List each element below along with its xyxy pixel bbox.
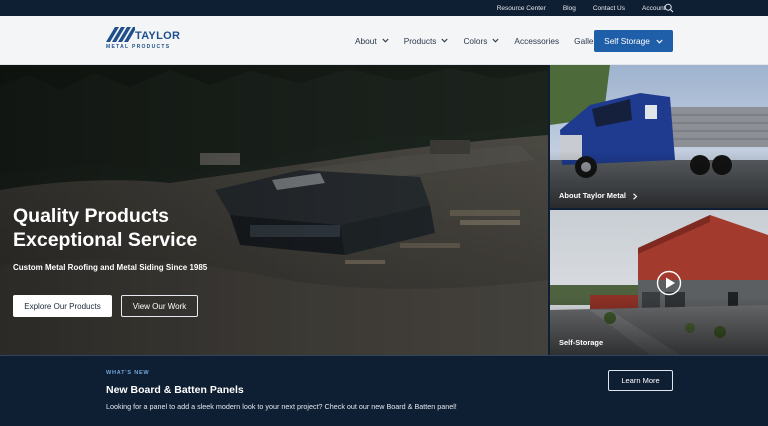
hero-title-line-1: Quality Products xyxy=(13,205,170,227)
chevron-down-icon xyxy=(441,38,449,43)
nav-item-label: About xyxy=(355,35,377,46)
chevron-down-icon xyxy=(382,38,389,43)
hero-section: Quality Products Exceptional Service Cus… xyxy=(0,65,548,355)
nav-item-colors[interactable]: Colors xyxy=(463,35,500,46)
nav-item-label: Products xyxy=(403,35,437,46)
hero-title: Quality Products Exceptional Service xyxy=(13,204,197,252)
about-taylor-metal-card[interactable]: About Taylor Metal xyxy=(550,65,768,208)
logo-name: TAYLOR xyxy=(135,30,181,42)
view-our-work-button[interactable]: View Our Work xyxy=(121,295,198,317)
self-storage-card[interactable]: Self-Storage xyxy=(550,210,768,355)
nav-item-label: Accessories xyxy=(514,35,560,46)
utility-link-blog[interactable]: Blog xyxy=(554,5,584,12)
search-icon[interactable] xyxy=(664,3,674,13)
nav-item-about[interactable]: About xyxy=(355,36,389,46)
utility-links: Resource Center Blog Contact Us Account xyxy=(488,0,674,16)
hero-subtitle: Custom Metal Roofing and Metal Siding Si… xyxy=(13,263,208,272)
logo-tagline: METAL PRODUCTS xyxy=(106,44,171,50)
hero-title-line-2: Exceptional Service xyxy=(13,229,198,251)
nav-item-accessories[interactable]: Accessories xyxy=(514,36,559,46)
news-title: New Board & Batten Panels xyxy=(106,384,244,396)
card-label: About Taylor Metal xyxy=(559,191,638,200)
card-label: Self-Storage xyxy=(559,338,604,347)
whats-new-banner: WHAT'S NEW New Board & Batten Panels Loo… xyxy=(0,355,768,426)
news-text: Looking for a panel to add a sleek moder… xyxy=(106,402,457,411)
news-eyebrow: WHAT'S NEW xyxy=(106,370,150,376)
play-icon[interactable] xyxy=(656,270,682,296)
utility-link-resource-center[interactable]: Resource Center xyxy=(488,5,554,12)
self-storage-label: Self Storage xyxy=(604,36,650,46)
nav-item-label: Colors xyxy=(463,35,488,46)
site-header: TAYLOR METAL PRODUCTS About Products Col… xyxy=(0,16,768,65)
chevron-right-icon xyxy=(633,192,638,200)
explore-products-button[interactable]: Explore Our Products xyxy=(13,295,112,317)
utility-link-contact-us[interactable]: Contact Us xyxy=(584,5,633,12)
self-storage-button[interactable]: Self Storage xyxy=(594,30,673,52)
main-nav: About Products Colors Accessories Galler… xyxy=(355,16,615,65)
utility-bar: Resource Center Blog Contact Us Account xyxy=(0,0,768,16)
nav-item-products[interactable]: Products xyxy=(404,36,449,46)
learn-more-button[interactable]: Learn More xyxy=(608,370,673,391)
chevron-down-icon xyxy=(656,39,663,44)
site-logo[interactable]: TAYLOR METAL PRODUCTS xyxy=(106,26,180,56)
truck-image xyxy=(550,65,768,208)
chevron-down-icon xyxy=(492,38,500,43)
